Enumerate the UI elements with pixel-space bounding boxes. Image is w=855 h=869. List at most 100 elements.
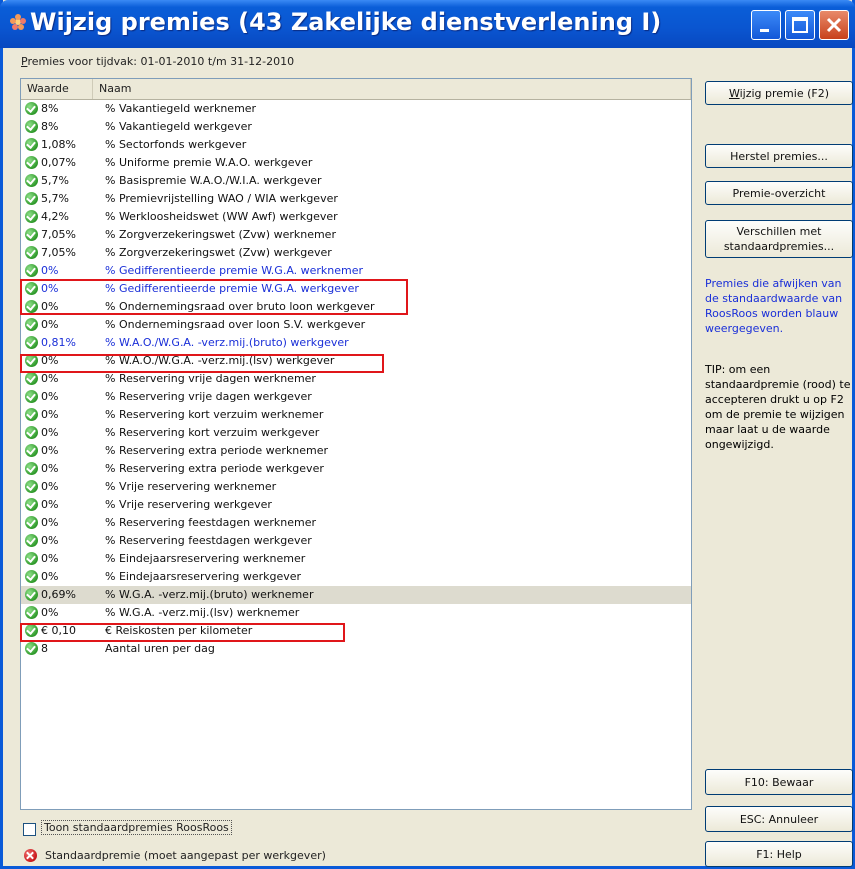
list-item[interactable]: 7,05% % Zorgverzekeringswet (Zvw) werknem… [21, 226, 691, 244]
row-value: 0% [41, 390, 59, 403]
column-header-value[interactable]: Waarde [21, 79, 93, 99]
restore-premiums-button[interactable]: Herstel premies... [705, 144, 853, 168]
row-value: 0% [41, 552, 59, 565]
check-ok-icon [25, 480, 38, 493]
check-ok-icon [25, 156, 38, 169]
row-name: % Vrije reservering werkgever [105, 498, 272, 511]
edit-premium-button[interactable]: Wijzig premie (F2) [705, 81, 853, 105]
check-ok-icon [25, 642, 38, 655]
annotation-box-wao-wga-bruto [20, 354, 384, 373]
maximize-button[interactable] [785, 10, 815, 40]
period-prefix: remies voor tijdvak [27, 55, 134, 68]
close-button[interactable] [819, 10, 849, 40]
check-ok-icon [25, 192, 38, 205]
edit-premium-mnemonic: W [728, 86, 740, 100]
row-value: 0% [41, 462, 59, 475]
list-item[interactable]: 0,81% % W.A.O./W.G.A. -verz.mij.(bruto) w… [21, 334, 691, 352]
help-button[interactable]: F1: Help [705, 841, 853, 867]
list-item[interactable]: 8% % Vakantiegeld werknemer [21, 100, 691, 118]
check-ok-icon [25, 318, 38, 331]
list-item[interactable]: 0% % Reservering kort verzuim werkgever [21, 424, 691, 442]
list-item[interactable]: 0% % Reservering extra periode werkgever [21, 460, 691, 478]
show-standard-label[interactable]: Toon standaardpremies RoosRoos [41, 820, 232, 835]
show-standard-checkbox[interactable] [23, 823, 36, 836]
list-item[interactable]: 0% % Gedifferentieerde premie W.G.A. werk… [21, 262, 691, 280]
row-name: % Premievrijstelling WAO / WIA werkgever [105, 192, 338, 205]
row-name: % Eindejaarsreservering werkgever [105, 570, 302, 583]
save-label: F10: Bewaar [744, 775, 814, 789]
list-header: Waarde Naam [21, 79, 691, 100]
list-item[interactable]: 8% % Vakantiegeld werkgever [21, 118, 691, 136]
column-header-name[interactable]: Naam [93, 79, 691, 99]
annotation-box-wga-bruto-werknemer [20, 623, 345, 642]
list-item[interactable]: 0,07% % Uniforme premie W.A.O. werkgever [21, 154, 691, 172]
row-value: 4,2% [41, 210, 69, 223]
row-value: 0% [41, 426, 59, 439]
check-ok-icon [25, 138, 38, 151]
help-label: F1: Help [756, 847, 802, 861]
check-ok-icon [25, 444, 38, 457]
row-name: % W.A.O./W.G.A. -verz.mij.(bruto) werkge… [105, 336, 349, 349]
row-name: % W.G.A. -verz.mij.(bruto) werknemer [105, 588, 314, 601]
row-name: % Reservering vrije dagen werknemer [105, 372, 316, 385]
list-item[interactable]: 7,05% % Zorgverzekeringswet (Zvw) werkgev… [21, 244, 691, 262]
list-item[interactable]: 0% % Reservering feestdagen werknemer [21, 514, 691, 532]
list-item[interactable]: 5,7% % Premievrijstelling WAO / WIA werkg… [21, 190, 691, 208]
list-item[interactable]: 4,2% % Werkloosheidswet (WW Awf) werkgeve… [21, 208, 691, 226]
list-item[interactable]: 0% % Vrije reservering werkgever [21, 496, 691, 514]
list-item[interactable]: 0,69% % W.G.A. -verz.mij.(bruto) werkneme… [21, 586, 691, 604]
list-item[interactable]: 0% % Reservering feestdagen werkgever [21, 532, 691, 550]
list-item[interactable]: 0% % Reservering vrije dagen werkgever [21, 388, 691, 406]
annotation-box-wga-gedifferentieerd [20, 279, 408, 315]
row-name: % Zorgverzekeringswet (Zvw) werknemer [105, 228, 336, 241]
check-ok-icon [25, 408, 38, 421]
maximize-icon [792, 17, 808, 33]
check-ok-icon [25, 372, 38, 385]
row-value: 1,08% [41, 138, 76, 151]
premium-list[interactable]: Waarde Naam 8%% Vakantiegeld werknemer 8%… [20, 78, 692, 810]
list-item[interactable]: 1,08% % Sectorfonds werkgever [21, 136, 691, 154]
row-value: 0% [41, 408, 59, 421]
row-value: 7,05% [41, 228, 76, 241]
list-item[interactable]: 0% % Reservering extra periode werknemer [21, 442, 691, 460]
list-item[interactable]: 0% % Ondernemingsraad over loon S.V. werk… [21, 316, 691, 334]
row-name: % W.G.A. -verz.mij.(lsv) werknemer [105, 606, 300, 619]
row-name: % Reservering vrije dagen werkgever [105, 390, 312, 403]
row-value: 0% [41, 516, 59, 529]
edit-premium-label: ijzig premie (F2) [739, 86, 830, 100]
minimize-icon [760, 29, 769, 32]
row-value: 0,07% [41, 156, 76, 169]
cancel-label: ESC: Annuleer [739, 812, 819, 826]
check-ok-icon [25, 336, 38, 349]
cancel-button[interactable]: ESC: Annuleer [705, 806, 853, 832]
blue-premiums-note: Premies die afwijken van de standaardwaa… [705, 277, 843, 335]
list-item[interactable]: 0% % W.G.A. -verz.mij.(lsv) werknemer [21, 604, 691, 622]
row-name: % Vakantiegeld werkgever [105, 120, 252, 133]
title-bar[interactable]: Wijzig premies (43 Zakelijke dienstverle… [0, 0, 855, 48]
check-ok-icon [25, 246, 38, 259]
row-name: % Reservering feestdagen werkgever [105, 534, 312, 547]
list-item[interactable]: 5,7% % Basispremie W.A.O./W.I.A. werkgeve… [21, 172, 691, 190]
list-item[interactable]: 0% % Eindejaarsreservering werkgever [21, 568, 691, 586]
minimize-button[interactable] [751, 10, 781, 40]
list-item[interactable]: 8 Aantal uren per dag [21, 640, 691, 658]
period-range: 01-01-2010 t/m 31-12-2010 [140, 55, 295, 68]
compare-standard-button[interactable]: Verschillen met standaardpremies... [705, 220, 853, 258]
compare-standard-label-2: standaardpremies... [723, 240, 835, 253]
period-label: Premies voor tijdvak: 01-01-2010 t/m 31-… [21, 55, 295, 68]
check-ok-icon [25, 462, 38, 475]
row-value: 0% [41, 318, 59, 331]
check-ok-icon [25, 552, 38, 565]
save-button[interactable]: F10: Bewaar [705, 769, 853, 795]
list-item[interactable]: 0% % Vrije reservering werknemer [21, 478, 691, 496]
check-ok-icon [25, 174, 38, 187]
premium-overview-button[interactable]: Premie-overzicht [705, 181, 853, 205]
check-ok-icon [25, 120, 38, 133]
list-item[interactable]: 0% % Reservering kort verzuim werknemer [21, 406, 691, 424]
check-ok-icon [25, 516, 38, 529]
row-value: 8% [41, 102, 59, 115]
row-value: 0,81% [41, 336, 76, 349]
row-name: % Werkloosheidswet (WW Awf) werkgever [105, 210, 338, 223]
list-item[interactable]: 0% % Eindejaarsreservering werknemer [21, 550, 691, 568]
dialog-window: Wijzig premies (43 Zakelijke dienstverle… [0, 0, 855, 869]
